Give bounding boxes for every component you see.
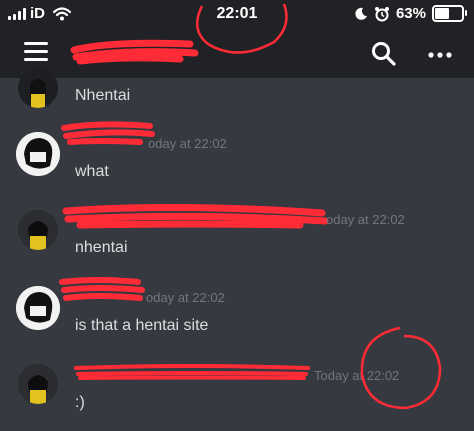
redaction-mark [61, 121, 155, 145]
avatar[interactable] [18, 210, 58, 250]
message-timestamp: Today at 22:02 [314, 368, 400, 383]
avatar[interactable] [16, 286, 60, 330]
redaction-mark [62, 203, 329, 229]
moon-icon [355, 7, 367, 20]
message-text: what [75, 163, 109, 180]
message-text: is that a hentai site [75, 317, 209, 334]
redaction-mark [74, 364, 310, 380]
avatar[interactable] [16, 132, 60, 176]
message-timestamp: oday at 22:02 [326, 212, 405, 227]
app-header [0, 30, 474, 78]
battery-fill [435, 8, 449, 19]
redaction-mark [70, 39, 199, 65]
alarm-icon [374, 6, 389, 21]
hamburger-icon[interactable] [24, 42, 48, 62]
redaction-mark [59, 277, 145, 301]
avatar[interactable] [18, 68, 58, 108]
battery-icon [432, 5, 467, 22]
avatar[interactable] [18, 364, 58, 404]
search-icon[interactable] [370, 40, 398, 68]
message-timestamp: oday at 22:02 [148, 136, 227, 151]
status-bar: iD 22:01 63% [0, 0, 474, 30]
status-right: 63% [354, 5, 467, 22]
chat-area[interactable]: Nhentai oday at 22:02 what oday at 22:02… [0, 68, 474, 431]
message-text: nhentai [75, 239, 128, 256]
more-options-icon[interactable] [426, 40, 454, 68]
battery-percent: 63% [395, 5, 426, 22]
message-timestamp: oday at 22:02 [146, 290, 225, 305]
message-text: :) [75, 394, 85, 411]
message-text: Nhentai [75, 87, 131, 104]
